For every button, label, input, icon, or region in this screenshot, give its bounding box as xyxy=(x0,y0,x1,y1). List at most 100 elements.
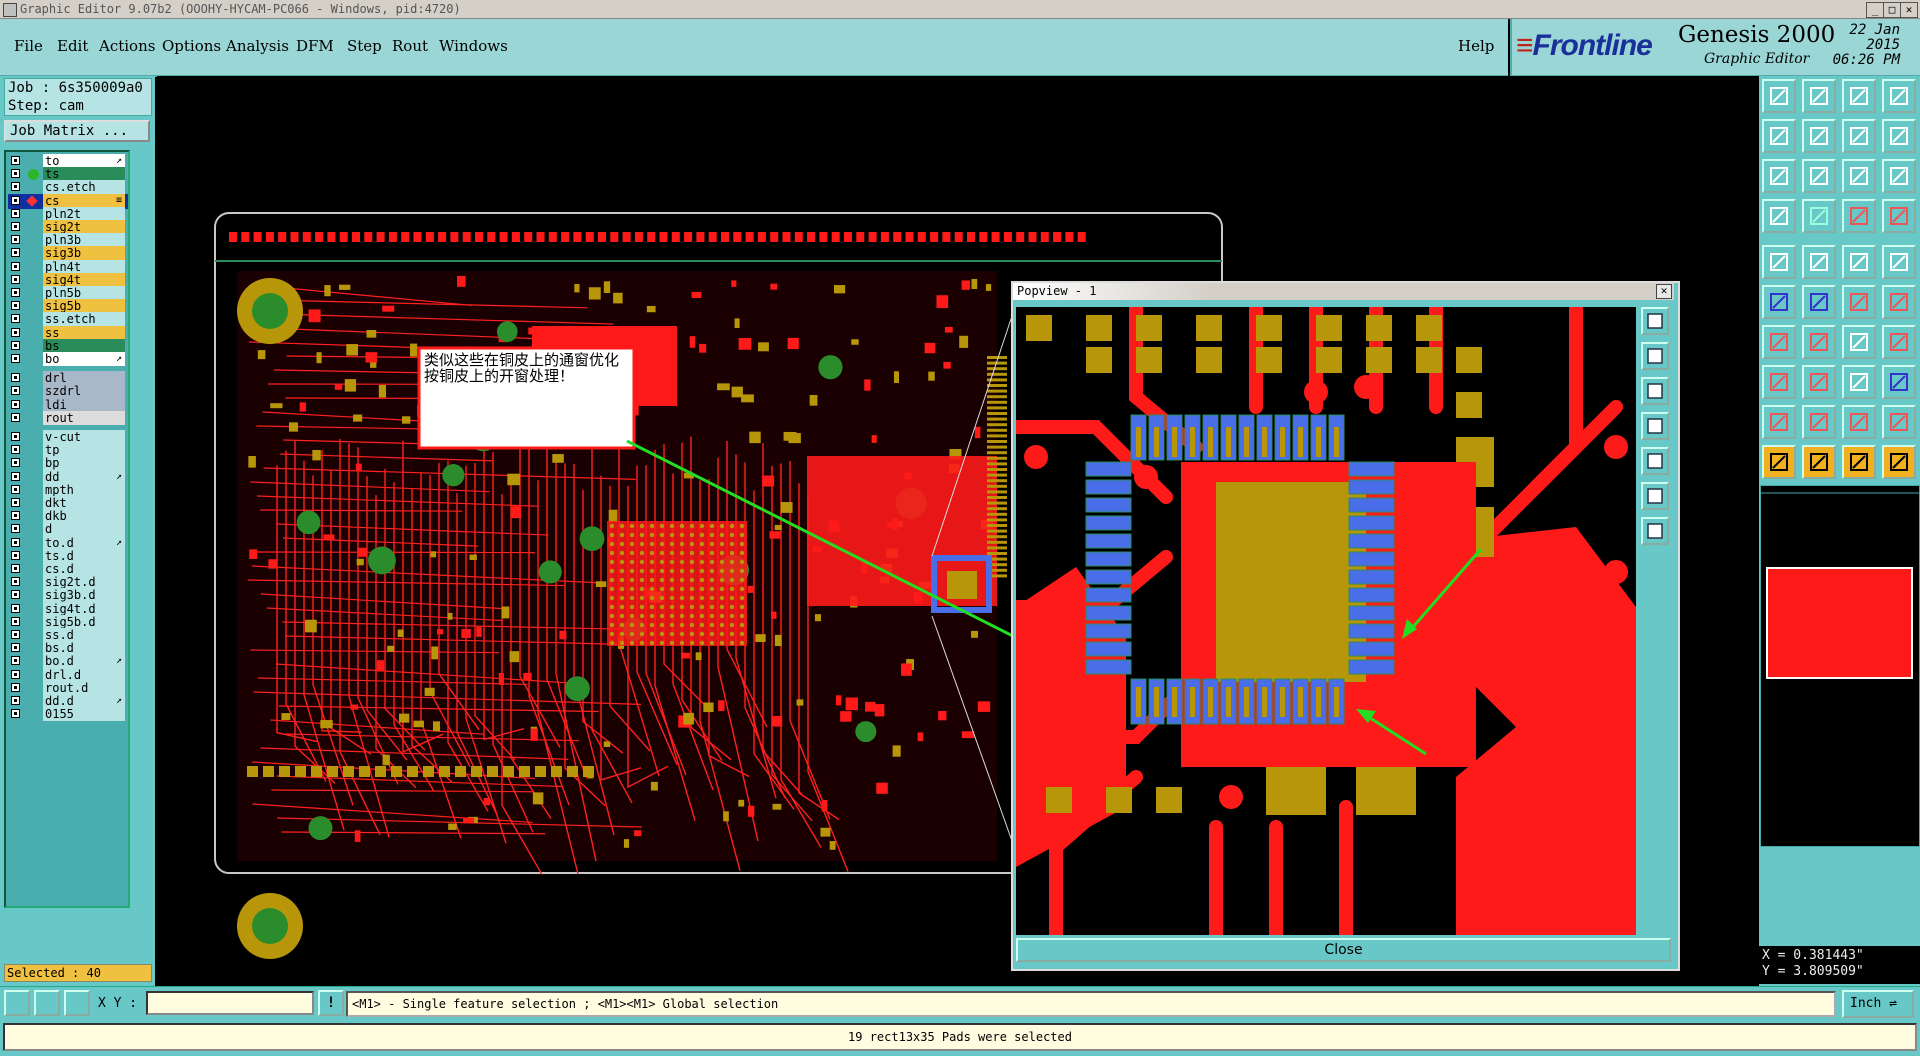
layer-name[interactable]: rout.d xyxy=(43,680,125,695)
layer-name[interactable]: dkb xyxy=(43,509,125,524)
popview-close-icon[interactable]: ✕ xyxy=(1656,284,1672,299)
snap-icon[interactable] xyxy=(4,990,30,1016)
layer-checkbox[interactable] xyxy=(11,471,20,481)
layer-name[interactable]: dd ↗ xyxy=(43,469,125,484)
menu-rout[interactable]: Rout xyxy=(392,37,428,55)
open-icon[interactable] xyxy=(1762,79,1796,113)
layer-checkbox[interactable] xyxy=(11,524,20,534)
popview-close-button[interactable]: Close xyxy=(1016,938,1671,962)
layer-name[interactable]: d xyxy=(43,522,125,537)
x-icon[interactable] xyxy=(1802,285,1836,319)
layer-checkbox[interactable] xyxy=(11,630,20,639)
layer-checkbox[interactable] xyxy=(11,458,20,468)
layer-name[interactable]: szdrl xyxy=(43,384,125,399)
zoom-icon[interactable] xyxy=(1842,119,1876,153)
layer-name[interactable]: dd.d ↗ xyxy=(43,694,125,708)
layer-checkbox[interactable] xyxy=(11,709,20,719)
layer-checkbox[interactable] xyxy=(11,182,20,192)
layer-checkbox[interactable] xyxy=(11,195,20,205)
layer-checkbox[interactable] xyxy=(11,248,20,258)
circle-icon[interactable] xyxy=(1882,245,1916,279)
minus-icon[interactable] xyxy=(1802,365,1836,399)
layer-name[interactable]: pln5b xyxy=(43,286,125,300)
pointer-icon[interactable] xyxy=(1762,445,1796,479)
layer-name[interactable]: cs ≡ xyxy=(43,193,125,208)
layer-checkbox[interactable] xyxy=(11,373,20,383)
layer-name[interactable]: dkt xyxy=(43,496,125,510)
save-icon[interactable] xyxy=(1802,79,1836,113)
layer-checkbox[interactable] xyxy=(11,156,20,165)
menu-step[interactable]: Step xyxy=(347,37,382,55)
popview-tool-icon[interactable] xyxy=(1641,342,1669,370)
center-icon[interactable] xyxy=(1802,159,1836,193)
snap-icon[interactable] xyxy=(1882,445,1916,479)
fit-icon[interactable] xyxy=(1762,159,1796,193)
layer-checkbox[interactable] xyxy=(11,498,20,507)
warning-icon[interactable]: ! xyxy=(318,990,344,1016)
layer-checkbox[interactable] xyxy=(11,432,20,441)
unit-select[interactable]: Inch ⇌ xyxy=(1842,990,1914,1018)
layer-checkbox[interactable] xyxy=(11,550,20,560)
layer-checkbox[interactable] xyxy=(11,354,20,363)
link-icon[interactable] xyxy=(1842,365,1876,399)
group-icon[interactable] xyxy=(1882,365,1916,399)
layer-name[interactable]: sig2t xyxy=(43,220,125,234)
layer-row-0155[interactable]: 0155 xyxy=(8,707,128,722)
layer-name[interactable]: pln4t xyxy=(43,259,125,274)
layer-name[interactable]: rout xyxy=(43,410,125,425)
layer-name[interactable]: ss.etch xyxy=(43,312,125,327)
overview-map[interactable] xyxy=(1760,485,1920,847)
popview-tool-icon[interactable] xyxy=(1641,517,1669,545)
config-icon[interactable] xyxy=(1762,199,1796,233)
minimize-button[interactable]: _ xyxy=(1866,2,1884,18)
layer-checkbox[interactable] xyxy=(11,301,20,311)
layer-name[interactable]: ts xyxy=(43,167,125,182)
layer-checkbox[interactable] xyxy=(11,314,20,324)
move-icon[interactable] xyxy=(1842,285,1876,319)
popview-tool-icon[interactable] xyxy=(1641,447,1669,475)
line-icon[interactable] xyxy=(1842,245,1876,279)
layer-name[interactable]: cs.d xyxy=(43,562,125,576)
layer-checkbox[interactable] xyxy=(11,603,20,613)
layer-checkbox[interactable] xyxy=(11,208,20,218)
layer-checkbox[interactable] xyxy=(11,340,20,350)
layer-checkbox[interactable] xyxy=(11,386,20,396)
layer-name[interactable]: to.d ↗ xyxy=(43,535,125,550)
copy-icon[interactable] xyxy=(1762,365,1796,399)
layer-name[interactable]: sig2t.d xyxy=(43,575,125,590)
layer-checkbox[interactable] xyxy=(11,643,20,653)
left-icon[interactable] xyxy=(1762,119,1796,153)
layer-checkbox[interactable] xyxy=(11,537,20,547)
net-icon[interactable] xyxy=(1762,285,1796,319)
layer-name[interactable]: bs.d xyxy=(43,641,125,656)
popview-tool-icon[interactable] xyxy=(1641,482,1669,510)
select-icon[interactable] xyxy=(1802,245,1836,279)
draw-icon[interactable] xyxy=(1802,325,1836,359)
layer-checkbox[interactable] xyxy=(11,412,20,422)
layer-name[interactable]: ss xyxy=(43,325,125,340)
popview-canvas[interactable] xyxy=(1009,300,1643,942)
measure-icon[interactable] xyxy=(34,990,60,1016)
right-icon[interactable] xyxy=(1802,119,1836,153)
layer-checkbox[interactable] xyxy=(11,616,20,626)
layer-name[interactable]: ldi xyxy=(43,397,125,412)
layer-name[interactable]: 0155 xyxy=(43,707,125,722)
mark-icon[interactable] xyxy=(1762,405,1796,439)
menu-actions[interactable]: Actions xyxy=(99,37,155,55)
popview-tool-icon[interactable] xyxy=(1641,377,1669,405)
layer-name[interactable]: sig3b.d xyxy=(43,588,125,603)
layer-checkbox[interactable] xyxy=(11,445,20,455)
edit-icon[interactable] xyxy=(1842,445,1876,479)
menu-analysis[interactable]: Analysis xyxy=(226,37,289,55)
scale-icon[interactable] xyxy=(1842,159,1876,193)
popview-tool-icon[interactable] xyxy=(1641,412,1669,440)
home-icon[interactable] xyxy=(1842,79,1876,113)
layer-name[interactable]: bs xyxy=(43,338,125,353)
profile-icon[interactable] xyxy=(1842,405,1876,439)
popview-tool-icon[interactable] xyxy=(1641,307,1669,335)
layer-checkbox[interactable] xyxy=(11,590,20,600)
maximize-button[interactable]: □ xyxy=(1883,2,1901,18)
layer-checkbox[interactable] xyxy=(11,235,20,245)
layer-name[interactable]: ts.d xyxy=(43,548,125,563)
mirror-icon[interactable] xyxy=(1882,325,1916,359)
